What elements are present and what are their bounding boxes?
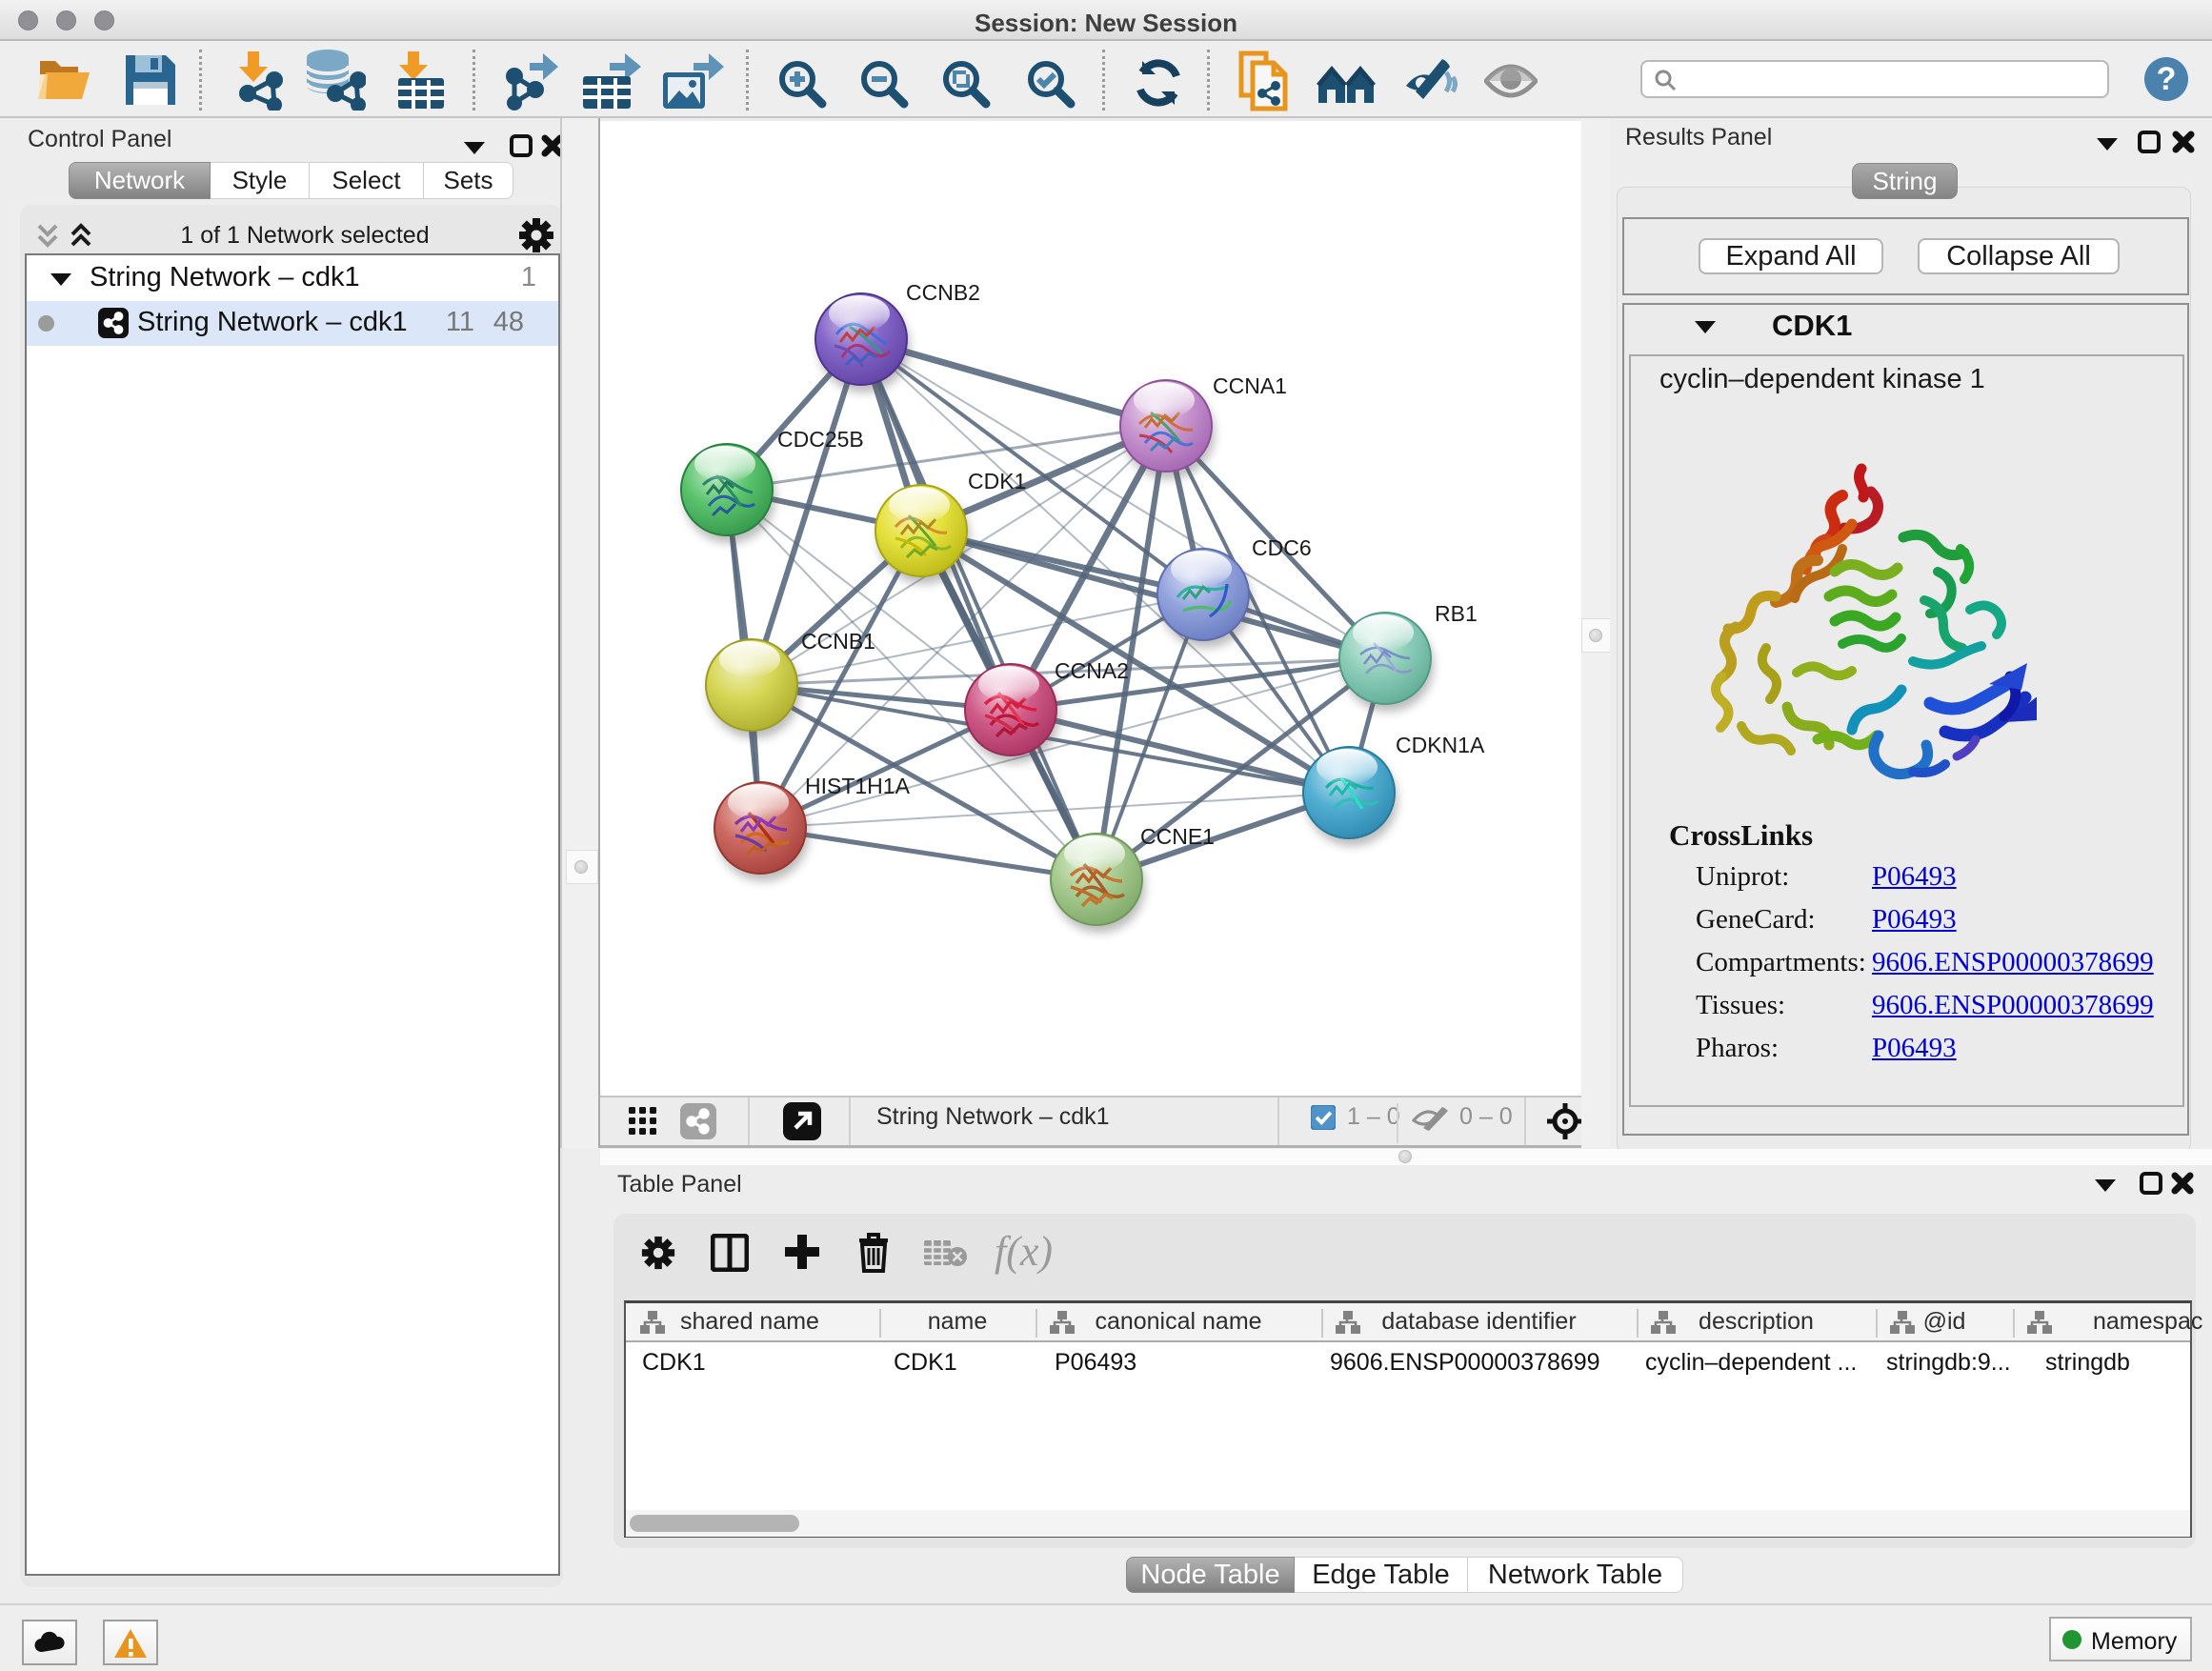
svg-text:CCNB2: CCNB2 (906, 280, 980, 305)
svg-text:CCNA1: CCNA1 (1213, 373, 1287, 398)
svg-text:CCNB1: CCNB1 (801, 629, 875, 654)
svg-text:CDC6: CDC6 (1252, 535, 1312, 560)
svg-text:CDC25B: CDC25B (777, 427, 864, 452)
svg-text:CDKN1A: CDKN1A (1396, 733, 1485, 757)
svg-text:HIST1H1A: HIST1H1A (805, 774, 911, 798)
svg-text:CCNE1: CCNE1 (1140, 824, 1215, 849)
svg-text:CCNA2: CCNA2 (1055, 658, 1129, 683)
svg-text:?: ? (2157, 61, 2177, 97)
svg-text:RB1: RB1 (1435, 601, 1478, 626)
svg-text:CDK1: CDK1 (968, 469, 1026, 493)
